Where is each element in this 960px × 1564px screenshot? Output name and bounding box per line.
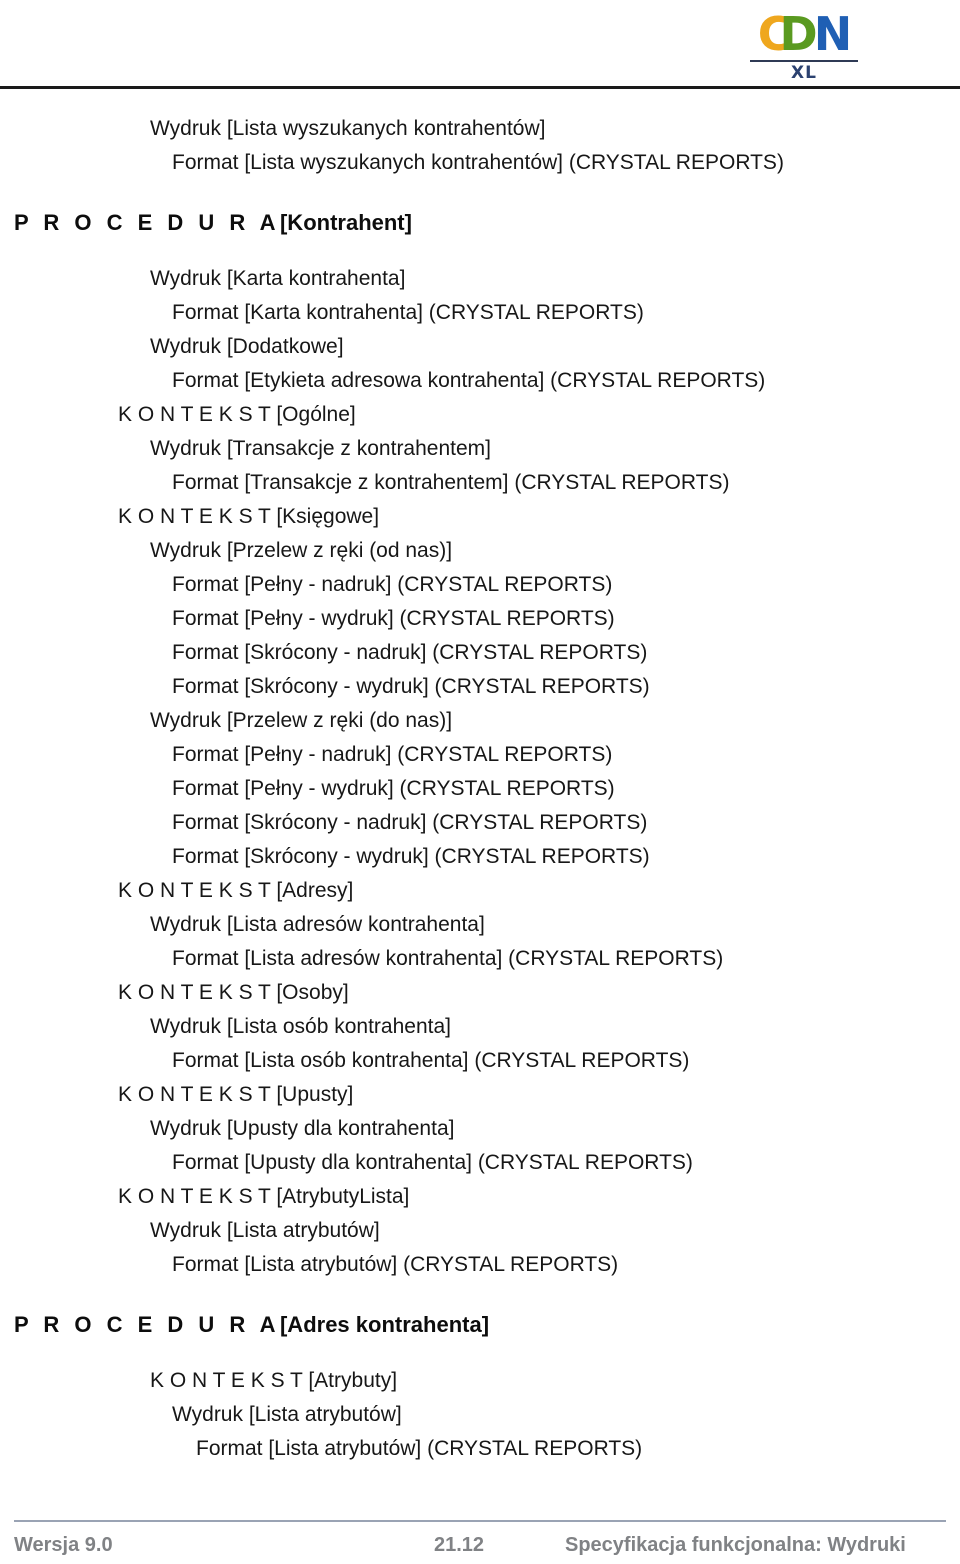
report-line: Format [Pełny - nadruk] (CRYSTAL REPORTS… — [172, 743, 613, 766]
report-line: Wydruk [Lista atrybutów] — [150, 1219, 380, 1242]
kontekst-line: K O N T E K S T [AtrybutyLista] — [118, 1185, 410, 1208]
kontekst-line: K O N T E K S T [Upusty] — [118, 1083, 354, 1106]
report-line: Format [Lista adresów kontrahenta] (CRYS… — [172, 947, 724, 970]
report-line: Format [Lista atrybutów] (CRYSTAL REPORT… — [196, 1437, 643, 1460]
kontekst-line: K O N T E K S T [Księgowe] — [118, 505, 380, 528]
procedura-name: [Kontrahent] — [279, 210, 412, 235]
report-line: Wydruk [Przelew z ręki (do nas)] — [150, 709, 453, 732]
footer-version: Wersja 9.0 — [14, 1534, 113, 1556]
report-line: Format [Skrócony - nadruk] (CRYSTAL REPO… — [172, 811, 648, 834]
report-line: Format [Lista wyszukanych kontrahentów] … — [172, 151, 784, 174]
procedura-heading-kontrahent: P R O C E D U R A[Kontrahent] — [0, 206, 960, 240]
procedura-keyword: P R O C E D U R A — [14, 210, 280, 235]
footer-row: Wersja 9.0 21.12 Specyfikacja funkcjonal… — [0, 1528, 960, 1564]
report-line: Format [Pełny - nadruk] (CRYSTAL REPORTS… — [172, 573, 613, 596]
report-line: Wydruk [Dodatkowe] — [150, 335, 344, 358]
procedura-heading-adres-kontrahenta: P R O C E D U R A[Adres kontrahenta] — [0, 1308, 960, 1342]
page-footer: Wersja 9.0 21.12 Specyfikacja funkcjonal… — [0, 1520, 960, 1564]
report-line: Wydruk [Lista adresów kontrahenta] — [150, 913, 485, 936]
logo-letter-d: D — [779, 7, 818, 61]
report-line: Wydruk [Transakcje z kontrahentem] — [150, 437, 491, 460]
report-line: Format [Upusty dla kontrahenta] (CRYSTAL… — [172, 1151, 693, 1174]
report-line: Format [Etykieta adresowa kontrahenta] (… — [172, 369, 766, 392]
kontekst-line: K O N T E K S T [Atrybuty] — [150, 1369, 398, 1392]
logo-letter-n: N — [813, 7, 852, 61]
footer-divider — [14, 1520, 946, 1522]
report-line: Format [Lista osób kontrahenta] (CRYSTAL… — [172, 1049, 690, 1072]
document-body: Wydruk [Lista wyszukanych kontrahentów] … — [0, 112, 960, 1466]
footer-document-title: Specyfikacja funkcjonalna: Wydruki — [565, 1534, 906, 1556]
kontekst-line: K O N T E K S T [Ogólne] — [118, 403, 356, 426]
report-line: Wydruk [Karta kontrahenta] — [150, 267, 406, 290]
report-line: Wydruk [Lista osób kontrahenta] — [150, 1015, 451, 1038]
report-line: Format [Pełny - wydruk] (CRYSTAL REPORTS… — [172, 777, 615, 800]
report-line: Format [Transakcje z kontrahentem] (CRYS… — [172, 471, 730, 494]
procedura-keyword: P R O C E D U R A — [14, 1312, 280, 1337]
logo-letters: CDN — [740, 10, 868, 58]
report-line: Format [Skrócony - wydruk] (CRYSTAL REPO… — [172, 675, 650, 698]
report-line: Wydruk [Lista wyszukanych kontrahentów] — [150, 117, 546, 140]
report-line: Format [Skrócony - wydruk] (CRYSTAL REPO… — [172, 845, 650, 868]
kontekst-line: K O N T E K S T [Osoby] — [118, 981, 349, 1004]
footer-page-number: 21.12 — [434, 1534, 485, 1556]
report-line: Format [Karta kontrahenta] (CRYSTAL REPO… — [172, 301, 644, 324]
report-line: Format [Pełny - wydruk] (CRYSTAL REPORTS… — [172, 607, 615, 630]
procedura-name: [Adres kontrahenta] — [279, 1312, 490, 1337]
page-header: CDN XL — [0, 0, 960, 89]
logo-subtitle-xl: XL — [791, 63, 817, 83]
kontekst-line: K O N T E K S T [Adresy] — [118, 879, 354, 902]
report-line: Wydruk [Upusty dla kontrahenta] — [150, 1117, 455, 1140]
cdn-xl-logo: CDN XL — [740, 10, 868, 82]
report-line: Format [Skrócony - nadruk] (CRYSTAL REPO… — [172, 641, 648, 664]
header-divider — [0, 86, 960, 89]
report-line: Wydruk [Przelew z ręki (od nas)] — [150, 539, 453, 562]
report-line: Wydruk [Lista atrybutów] — [172, 1403, 402, 1426]
report-line: Format [Lista atrybutów] (CRYSTAL REPORT… — [172, 1253, 619, 1276]
